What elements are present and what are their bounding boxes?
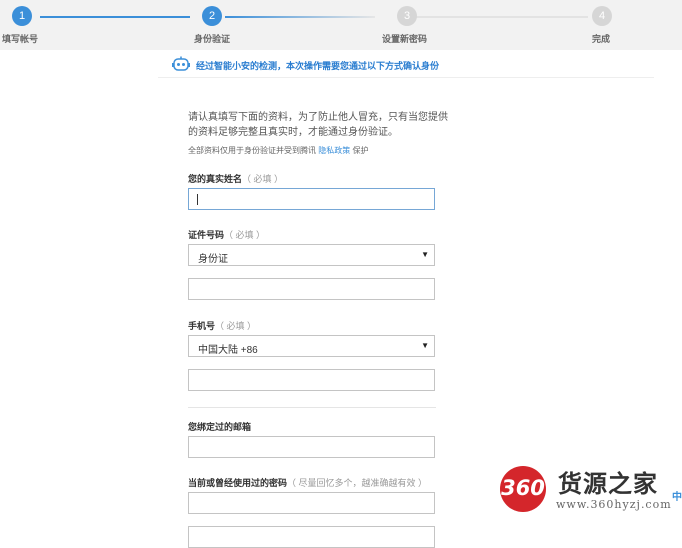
step-1-circle: 1: [12, 6, 32, 26]
step-4-circle: 4: [592, 6, 612, 26]
email-label: 您绑定过的邮箱: [188, 422, 252, 432]
notice-text: 经过智能小安的检测，本次操作需要您通过以下方式确认身份: [196, 61, 440, 71]
privacy-note: 全部资料仅用于身份验证并受到腾讯 隐私政策 保护: [188, 145, 368, 156]
phone-label: 手机号（ 必填 ）: [188, 319, 256, 332]
step-4-label: 完成: [592, 34, 611, 44]
watermark-url: www.360hyzj.com: [556, 498, 672, 511]
intro-text: 请认真填写下面的资料，为了防止他人冒充，只有当您提供的资料足够完整且真实时，才能…: [188, 112, 448, 138]
language-tab[interactable]: 中: [672, 488, 682, 503]
step-3-label: 设置新密码: [382, 34, 428, 44]
progress-bar: 1 填写帐号 2 身份验证 3 设置新密码 4 完成: [0, 0, 682, 50]
password-hint: （ 尽量回忆多个，越准确越有效 ）: [287, 478, 428, 488]
password-label: 当前或曾经使用过的密码（ 尽量回忆多个，越准确越有效 ）: [188, 476, 427, 489]
privacy-suffix: 保护: [352, 146, 369, 155]
real-name-required: （ 必填 ）: [242, 174, 284, 184]
password-label-text: 当前或曾经使用过的密码: [188, 478, 288, 488]
privacy-prefix: 全部资料仅用于身份验证并受到腾讯: [188, 146, 316, 155]
phone-required: （ 必填 ）: [215, 321, 257, 331]
phone-number-input[interactable]: [188, 369, 435, 391]
id-number-label: 证件号码（ 必填 ）: [188, 228, 265, 241]
real-name-label: 您的真实姓名（ 必填 ）: [188, 172, 283, 185]
section-divider: [188, 407, 436, 408]
phone-region-select[interactable]: 中国大陆 +86 ▼: [188, 335, 435, 357]
real-name-label-text: 您的真实姓名: [188, 174, 243, 184]
watermark-name: 货源之家: [558, 469, 658, 498]
progress-line-pending: [416, 16, 588, 18]
step-2-circle: 2: [202, 6, 222, 26]
id-number-input[interactable]: [188, 278, 435, 300]
watermark: 360 货源之家 www.360hyzj.com: [498, 462, 682, 520]
robot-icon: [172, 56, 190, 72]
verification-notice: 经过智能小安的检测，本次操作需要您通过以下方式确认身份: [168, 54, 458, 76]
notice-divider: [158, 77, 654, 78]
phone-region-value: 中国大陆 +86: [198, 345, 258, 356]
privacy-policy-link[interactable]: 隐私政策: [318, 146, 350, 155]
watermark-badge-number: 360: [501, 476, 545, 500]
chevron-down-icon: ▼: [421, 341, 429, 350]
step-3-circle: 3: [397, 6, 417, 26]
real-name-input[interactable]: [188, 188, 435, 210]
chevron-down-icon: ▼: [421, 250, 429, 259]
step-2-label: 身份验证: [194, 34, 231, 44]
id-number-required: （ 必填 ）: [224, 230, 266, 240]
step-1-label: 填写帐号: [2, 34, 39, 44]
password-input-2[interactable]: [188, 526, 435, 548]
id-type-select[interactable]: 身份证 ▼: [188, 244, 435, 266]
id-type-value: 身份证: [198, 254, 228, 265]
progress-line-complete: [40, 16, 190, 18]
id-number-label-text: 证件号码: [188, 230, 225, 240]
password-input[interactable]: [188, 492, 435, 514]
email-input[interactable]: [188, 436, 435, 458]
progress-line-current: [225, 16, 375, 18]
text-cursor: [197, 194, 198, 205]
phone-label-text: 手机号: [188, 321, 216, 331]
